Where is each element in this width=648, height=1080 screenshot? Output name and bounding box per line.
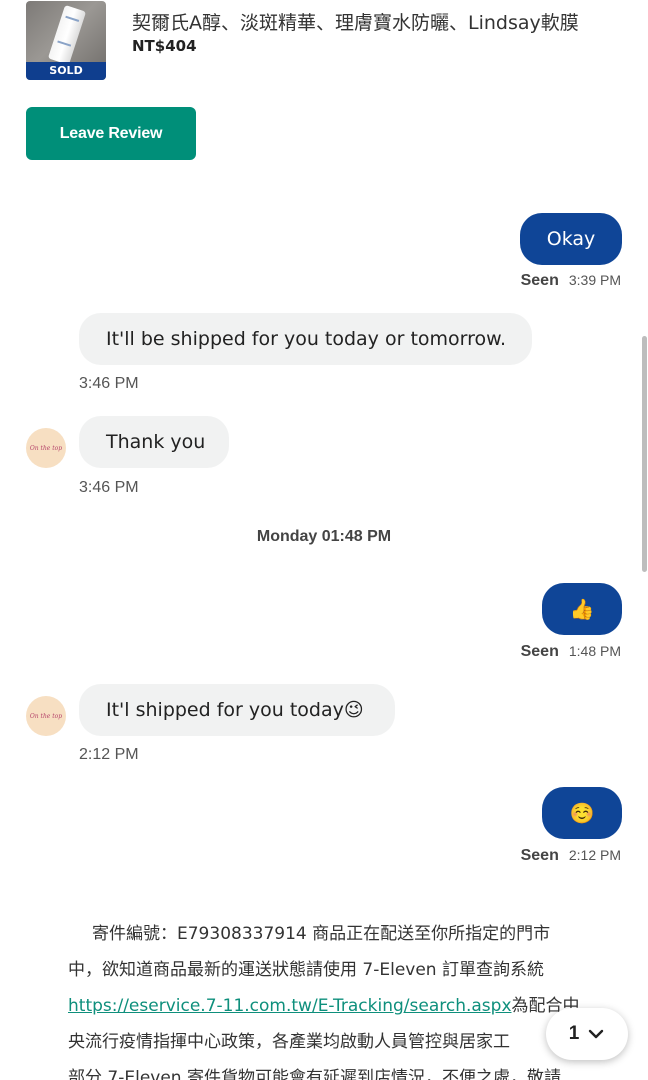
smile-icon: ☺️ (569, 801, 595, 825)
thumbs-up-icon: 👍 (569, 597, 595, 621)
sold-badge: SOLD (26, 62, 106, 80)
notice-line: 部分 7-Eleven 寄件貨物可能會有延遲到店情況，不便之處，敬請 (68, 1068, 561, 1080)
tracking-link[interactable]: https://eservice.7-11.com.tw/E-Tracking/… (68, 996, 512, 1016)
seen-status: Seen (520, 643, 559, 660)
message-text: Okay (546, 228, 596, 250)
seen-status: Seen (520, 847, 559, 864)
seen-status: Seen (520, 272, 559, 289)
incoming-message[interactable]: Thank you (79, 416, 229, 468)
message-time: 3:46 PM (79, 479, 139, 496)
incoming-message[interactable]: It'll be shipped for you today or tomorr… (79, 313, 532, 365)
product-title[interactable]: 契爾氏A醇、淡斑精華、理膚寶水防曬、Lindsay軟膜 (132, 8, 632, 35)
message-time: 2:12 PM (568, 847, 621, 863)
message-text: Thank you (106, 431, 206, 453)
shipping-notice-message: 寄件編號：E79308337914 商品正在配送至你所指定的門市 中，欲知道商品… (68, 916, 608, 1080)
product-thumbnail[interactable]: SOLD (26, 1, 106, 80)
leave-review-button[interactable]: Leave Review (26, 107, 196, 160)
notice-line: 寄件編號：E79308337914 商品正在配送至你所指定的門市 (68, 916, 608, 952)
notice-line: 中，欲知道商品最新的運送狀態請使用 7-Eleven 訂單查詢系統 (68, 960, 544, 980)
outgoing-message[interactable]: ☺️ (542, 787, 622, 839)
message-text: It'll be shipped for you today or tomorr… (106, 328, 506, 350)
message-meta: Seen 2:12 PM (521, 847, 621, 865)
product-price: NT$404 (132, 37, 197, 55)
message-meta: Seen 3:39 PM (521, 272, 621, 290)
message-meta: Seen 1:48 PM (521, 643, 621, 661)
outgoing-message[interactable]: Okay (520, 213, 622, 265)
notice-line: https://eservice.7-11.com.tw/E-Tracking/… (68, 988, 608, 1024)
scrollbar[interactable] (642, 336, 647, 572)
sender-avatar[interactable]: On the top (26, 428, 66, 468)
sender-avatar[interactable]: On the top (26, 696, 66, 736)
product-image (47, 4, 87, 66)
notice-text: 寄件編號：E79308337914 商品正在配送至你所指定的門市 (92, 924, 551, 944)
message-time: 1:48 PM (568, 643, 621, 659)
avatar-label: On the top (29, 444, 63, 452)
incoming-message[interactable]: It'l shipped for you today😉 (79, 684, 395, 736)
date-separator: Monday 01:48 PM (256, 528, 392, 545)
notice-line: 央流行疫情指揮中心政策，各產業均啟動人員管控與居家工 (68, 1032, 510, 1052)
message-text: It'l shipped for you today😉 (106, 699, 364, 721)
message-time: 3:39 PM (568, 272, 621, 288)
avatar-label: On the top (29, 712, 63, 720)
outgoing-message[interactable]: 👍 (542, 583, 622, 635)
message-time: 2:12 PM (79, 746, 139, 763)
message-time: 3:46 PM (79, 375, 139, 392)
new-messages-pill[interactable]: 1 (546, 1008, 628, 1060)
page-count: 1 (568, 1023, 580, 1044)
chevron-down-icon (589, 1029, 604, 1039)
